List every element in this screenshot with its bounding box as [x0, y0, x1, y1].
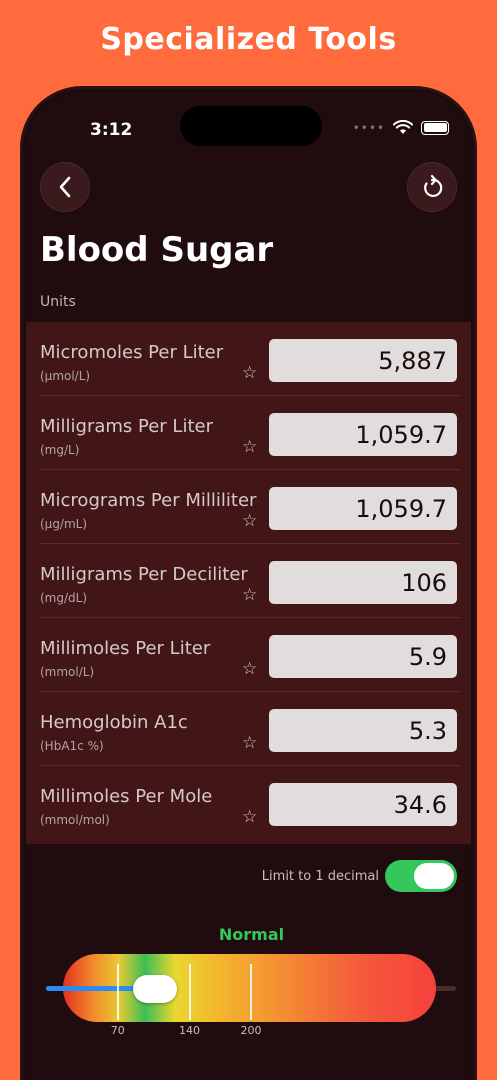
- unit-row: Milligrams Per Deciliter (mg/dL) ☆ 106: [40, 544, 460, 618]
- gauge-tick-line: [250, 964, 252, 1020]
- gauge-tick-line: [188, 964, 191, 1020]
- status-time: 3:12: [90, 120, 133, 140]
- range-status-label: Normal: [218, 925, 285, 944]
- unit-name: Milligrams Per Liter: [40, 416, 213, 437]
- unit-value-input[interactable]: 5.9: [269, 635, 457, 678]
- unit-value-input[interactable]: 1,059.7: [269, 487, 457, 530]
- limit-decimal-label: Limit to 1 decimal: [261, 868, 379, 884]
- back-button[interactable]: [40, 162, 90, 212]
- page-title: Blood Sugar: [40, 230, 274, 270]
- favorite-star-icon[interactable]: ☆: [242, 735, 257, 752]
- limit-decimal-toggle[interactable]: [385, 860, 457, 892]
- favorite-star-icon[interactable]: ☆: [242, 513, 257, 530]
- favorite-star-icon[interactable]: ☆: [242, 439, 257, 456]
- toggle-knob: [414, 863, 454, 889]
- app-screen: 3:12 •••• Blood Sugar Units Micromoles P…: [26, 92, 471, 1080]
- units-list: Micromoles Per Liter (µmol/L) ☆ 5,887 Mi…: [26, 322, 471, 844]
- unit-abbreviation: (mmol/L): [40, 665, 95, 679]
- reset-button[interactable]: [407, 162, 457, 212]
- unit-row: Micrograms Per Milliliter (µg/mL) ☆ 1,05…: [40, 470, 460, 544]
- unit-name: Hemoglobin A1c: [40, 712, 188, 733]
- unit-name: Milligrams Per Deciliter: [40, 564, 248, 585]
- unit-abbreviation: (mg/dL): [40, 591, 88, 605]
- unit-row: Millimoles Per Liter (mmol/L) ☆ 5.9: [40, 618, 460, 692]
- unit-row: Micromoles Per Liter (µmol/L) ☆ 5,887: [40, 322, 460, 396]
- chevron-left-icon: [59, 176, 71, 198]
- dynamic-island: [180, 106, 322, 146]
- cellular-dots-icon: ••••: [352, 120, 385, 135]
- unit-value-input[interactable]: 106: [269, 561, 457, 604]
- unit-abbreviation: (mmol/mol): [40, 813, 110, 827]
- favorite-star-icon[interactable]: ☆: [242, 365, 257, 382]
- favorite-star-icon[interactable]: ☆: [242, 661, 257, 678]
- wifi-icon: [393, 120, 413, 134]
- unit-name: Millimoles Per Liter: [40, 638, 211, 659]
- status-icons: ••••: [353, 120, 449, 135]
- unit-name: Micrograms Per Milliliter: [40, 490, 257, 511]
- reset-arrow-icon: [424, 174, 443, 197]
- gauge-tick-label: 70: [110, 1024, 125, 1037]
- unit-row: Milligrams Per Liter (mg/L) ☆ 1,059.7: [40, 396, 460, 470]
- gauge-tick-label: 140: [179, 1024, 200, 1037]
- unit-abbreviation: (µmol/L): [40, 369, 91, 383]
- unit-row: Millimoles Per Mole (mmol/mol) ☆ 34.6: [40, 766, 460, 840]
- slider-thumb[interactable]: [132, 975, 177, 1003]
- unit-value-input[interactable]: 34.6: [269, 783, 457, 826]
- unit-row: Hemoglobin A1c (HbA1c %) ☆ 5.3: [40, 692, 460, 766]
- gauge-tick-label: 200: [240, 1024, 262, 1037]
- unit-value-input[interactable]: 5.3: [269, 709, 457, 752]
- phone-frame: 3:12 •••• Blood Sugar Units Micromoles P…: [20, 86, 477, 1080]
- unit-name: Millimoles Per Mole: [40, 786, 213, 807]
- range-gauge: 70 140 200: [46, 954, 456, 1037]
- unit-value-input[interactable]: 1,059.7: [269, 413, 457, 456]
- unit-abbreviation: (HbA1c %): [40, 739, 104, 753]
- favorite-star-icon[interactable]: ☆: [242, 587, 257, 604]
- gauge-tick-line: [116, 964, 119, 1020]
- unit-abbreviation: (mg/L): [40, 443, 80, 457]
- unit-value-input[interactable]: 5,887: [269, 339, 457, 382]
- battery-icon: [421, 120, 449, 135]
- section-label-units: Units: [40, 294, 76, 310]
- limit-decimal-option: Limit to 1 decimal: [262, 860, 457, 892]
- unit-abbreviation: (µg/mL): [40, 517, 88, 531]
- promo-banner-title: Specialized Tools: [100, 22, 397, 57]
- unit-name: Micromoles Per Liter: [40, 342, 224, 363]
- favorite-star-icon[interactable]: ☆: [242, 809, 257, 826]
